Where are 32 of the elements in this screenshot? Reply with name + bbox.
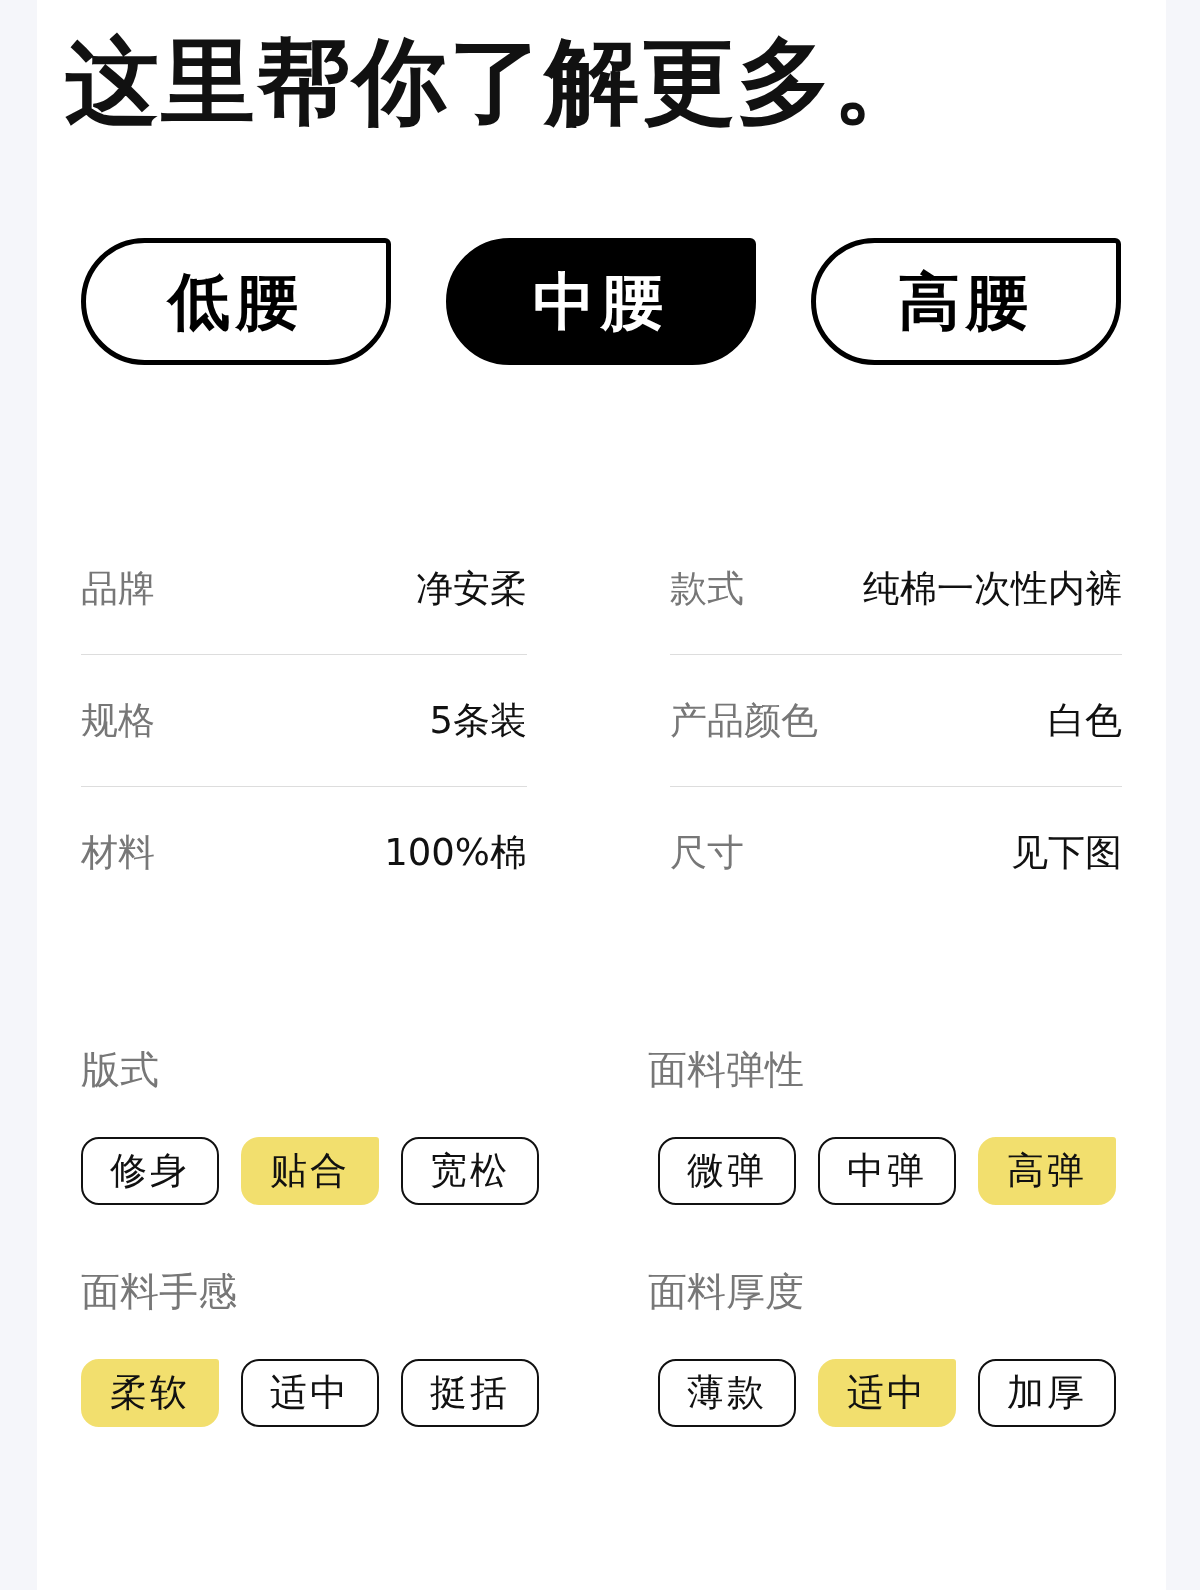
attribute-option-chip[interactable]: 加厚: [978, 1359, 1116, 1428]
attribute-option-chip[interactable]: 适中: [241, 1359, 379, 1428]
spec-value: 净安柔: [416, 565, 527, 612]
attribute-option-chip[interactable]: 高弹: [978, 1137, 1116, 1206]
attribute-title: 面料弹性: [648, 1046, 805, 1095]
page-title: 这里帮你了解更多。: [65, 26, 930, 134]
attribute-option-chip[interactable]: 宽松: [401, 1137, 539, 1206]
spec-label: 尺寸: [670, 830, 744, 877]
waist-option-button[interactable]: 高腰: [811, 238, 1121, 366]
spec-value: 纯棉一次性内裤: [863, 565, 1122, 612]
waist-option-button[interactable]: 中腰: [446, 238, 756, 366]
spec-value: 5条装: [429, 697, 527, 744]
attribute-title: 面料手感: [81, 1268, 238, 1317]
attribute-option-chip[interactable]: 修身: [81, 1137, 219, 1206]
attribute-option-chip[interactable]: 薄款: [658, 1359, 796, 1428]
attribute-title: 面料厚度: [648, 1268, 805, 1317]
spec-value: 白色: [1048, 697, 1122, 744]
spec-value: 100%棉: [384, 830, 527, 877]
attribute-option-chip[interactable]: 挺括: [401, 1359, 539, 1428]
attribute-option-chip[interactable]: 柔软: [81, 1359, 219, 1428]
attribute-option-chip[interactable]: 适中: [818, 1359, 956, 1428]
attribute-option-chip[interactable]: 微弹: [658, 1137, 796, 1206]
spec-label: 产品颜色: [670, 697, 818, 744]
spec-label: 款式: [670, 565, 744, 612]
spec-label: 材料: [81, 830, 155, 877]
attribute-option-chip[interactable]: 中弹: [818, 1137, 956, 1206]
spec-value: 见下图: [1011, 830, 1122, 877]
spec-label: 规格: [81, 697, 155, 744]
attribute-title: 版式: [81, 1046, 160, 1095]
waist-option-button[interactable]: 低腰: [81, 238, 391, 366]
attribute-option-chip[interactable]: 贴合: [241, 1137, 379, 1206]
spec-label: 品牌: [81, 565, 155, 612]
